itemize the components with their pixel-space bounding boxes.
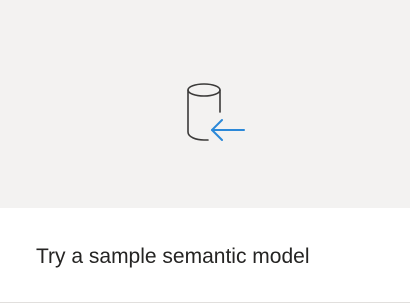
- sample-semantic-model-card[interactable]: Try a sample semantic model: [0, 0, 410, 303]
- card-preview-area: [0, 0, 410, 208]
- database-import-icon: [178, 76, 250, 148]
- card-label: Try a sample semantic model: [36, 245, 310, 268]
